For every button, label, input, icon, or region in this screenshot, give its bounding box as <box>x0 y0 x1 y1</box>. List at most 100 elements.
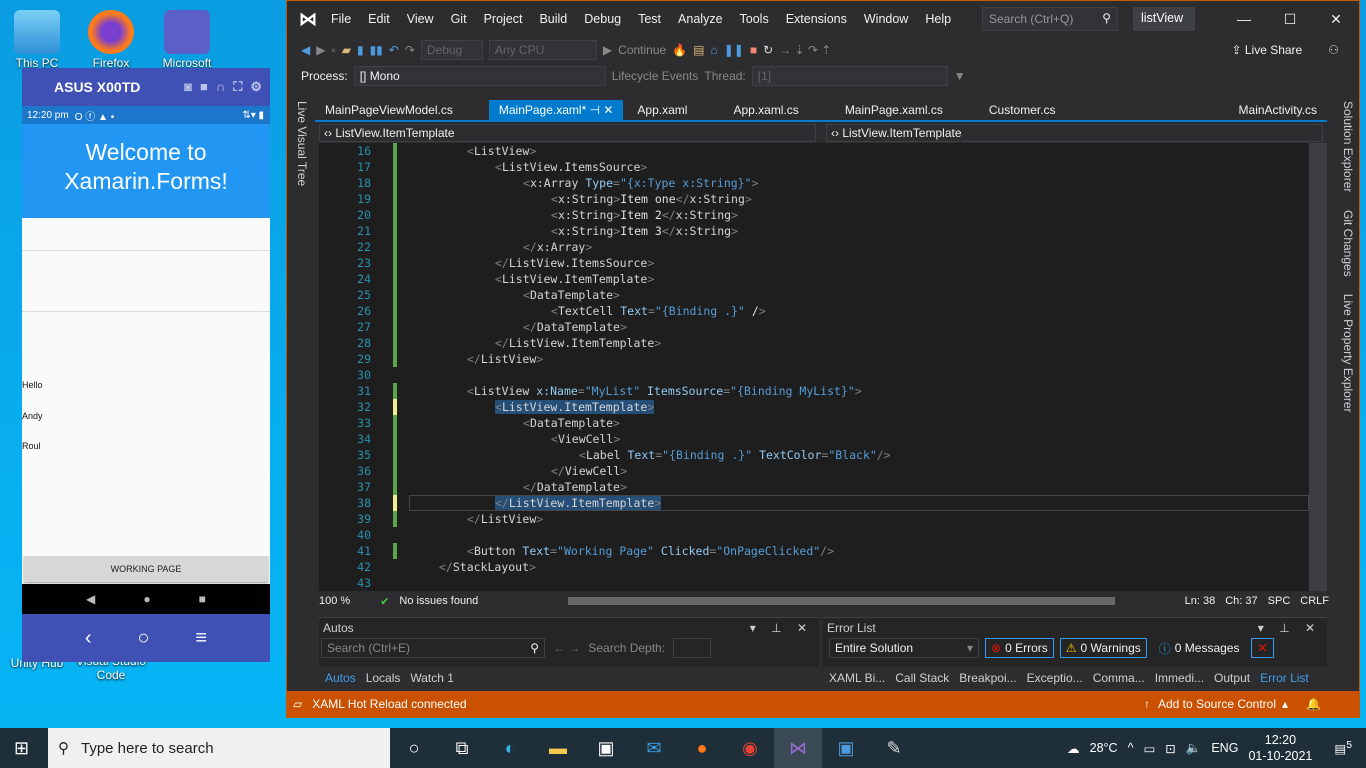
hot-reload-icon[interactable]: 🔥 <box>672 43 687 57</box>
show-hidden-icons[interactable]: ^ <box>1128 741 1134 755</box>
menu-build[interactable]: Build <box>539 12 567 26</box>
warnings-filter[interactable]: ⚠ 0 Warnings <box>1059 638 1147 658</box>
network-icon[interactable]: ⊡ <box>1165 741 1175 756</box>
code-line[interactable]: 35 <Label Text="{Binding .}" TextColor="B… <box>319 447 1309 463</box>
pause-icon[interactable]: ❚❚ <box>724 43 744 57</box>
menu-file[interactable]: File <box>331 12 351 26</box>
battery-icon[interactable]: ▭ <box>1143 741 1155 756</box>
menu-project[interactable]: Project <box>484 12 523 26</box>
tab-output[interactable]: Output <box>1214 671 1250 685</box>
panel-controls[interactable]: ▾ ⊥ ✕ <box>750 621 819 635</box>
tab-exceptions[interactable]: Exceptio... <box>1027 671 1083 685</box>
tab-mainactivity-cs[interactable]: MainActivity.cs <box>1229 100 1327 120</box>
solution-explorer-tab[interactable]: Solution Explorer <box>1341 101 1355 192</box>
menu-window[interactable]: Window <box>864 12 908 26</box>
mail-icon[interactable]: ✉ <box>630 728 678 768</box>
menu-view[interactable]: View <box>407 12 434 26</box>
code-line[interactable]: 29 </ListView> <box>319 351 1309 367</box>
menu-help[interactable]: Help <box>925 12 951 26</box>
scope-dropdown[interactable]: Entire Solution ▾ <box>829 638 979 658</box>
git-changes-tab[interactable]: Git Changes <box>1341 210 1355 277</box>
nav-arrows[interactable]: ← → <box>553 641 580 655</box>
home-icon[interactable]: ● <box>143 592 150 606</box>
errors-filter[interactable]: ⊗ 0 Errors <box>985 638 1054 658</box>
desktop-icon-this-pc[interactable]: This PC <box>2 10 72 70</box>
menu-extensions[interactable]: Extensions <box>786 12 847 26</box>
clear-filter-icon[interactable]: ✕ <box>1251 638 1274 658</box>
thread-dropdown[interactable]: [1] <box>751 66 948 86</box>
edge-icon[interactable]: ◐ <box>486 728 534 768</box>
tab-call-stack[interactable]: Call Stack <box>895 671 949 685</box>
live-visual-tree-tab[interactable]: Live Visual Tree <box>295 101 309 186</box>
horizontal-scrollbar[interactable] <box>568 597 1115 605</box>
firefox-icon[interactable]: ● <box>678 728 726 768</box>
menu-analyze[interactable]: Analyze <box>678 12 722 26</box>
working-page-button[interactable]: WORKING PAGE <box>24 556 268 582</box>
code-editor[interactable]: 16 <ListView> 17 <ListView.ItemsSource> 18 <x… <box>319 143 1309 591</box>
notifications-bell-icon[interactable]: 🔔 <box>1306 697 1321 711</box>
list-item[interactable]: Hello <box>22 380 43 390</box>
step-icons[interactable]: → ⇣ ↷ ⇡ <box>779 43 831 57</box>
back-nav-icon[interactable]: ◀ <box>301 43 310 57</box>
code-line[interactable]: 22 </x:Array> <box>319 239 1309 255</box>
action-center-icon[interactable]: ▤5 <box>1334 740 1352 756</box>
zoom-dropdown[interactable]: 100 % <box>319 595 350 607</box>
add-to-source-control[interactable]: Add to Source Control <box>1158 697 1276 711</box>
line-endings[interactable]: CRLF <box>1300 595 1329 607</box>
code-line[interactable]: 17 <ListView.ItemsSource> <box>319 159 1309 175</box>
search-depth-dropdown[interactable] <box>673 638 712 658</box>
taskbar-search[interactable]: ⚲ Type here to search <box>48 728 390 768</box>
code-line[interactable]: 36 </ViewCell> <box>319 463 1309 479</box>
headphones-icon[interactable]: ∩ <box>216 79 225 95</box>
search-input[interactable]: Search (Ctrl+Q) ⚲ <box>982 7 1118 31</box>
code-line[interactable]: 31 <ListView x:Name="MyList" ItemsSource=… <box>319 383 1309 399</box>
stop-icon[interactable]: ■ <box>750 43 757 57</box>
tab-immediate[interactable]: Immedi... <box>1155 671 1204 685</box>
panel-controls[interactable]: ▾ ⊥ ✕ <box>1258 621 1327 635</box>
autos-search-input[interactable]: Search (Ctrl+E) ⚲ <box>321 638 545 658</box>
app-icon[interactable]: ▣ <box>822 728 870 768</box>
save-all-icon[interactable]: ▮▮ <box>370 43 383 57</box>
menu-test[interactable]: Test <box>638 12 661 26</box>
tab-mainpage-xaml-cs[interactable]: MainPage.xaml.cs <box>835 100 953 120</box>
code-line[interactable]: 40 <box>319 527 1309 543</box>
emulator-home-icon[interactable]: ○ <box>137 627 149 650</box>
tab-app-xaml[interactable]: App.xaml <box>627 100 697 120</box>
undo-icon[interactable]: ↶ <box>389 43 399 57</box>
code-line[interactable]: 24 <ListView.ItemTemplate> <box>319 271 1309 287</box>
emulator-menu-icon[interactable]: ≡ <box>195 627 207 650</box>
nav-left-dropdown[interactable]: ‹› ListView.ItemTemplate <box>319 124 816 142</box>
code-line[interactable]: 28 </ListView.ItemTemplate> <box>319 335 1309 351</box>
live-share-button[interactable]: ⇪ Live Share <box>1231 43 1302 57</box>
code-line[interactable]: 41 <Button Text="Working Page" Clicked="O… <box>319 543 1309 559</box>
code-line[interactable]: 26 <TextCell Text="{Binding .}" /> <box>319 303 1309 319</box>
settings-icon[interactable]: ⚙ <box>250 79 262 95</box>
open-file-icon[interactable]: ▰ <box>342 43 351 57</box>
messages-filter[interactable]: ⓘ 0 Messages <box>1153 638 1246 658</box>
tab-error-list[interactable]: Error List <box>1260 671 1309 685</box>
code-line[interactable]: 19 <x:String>Item one</x:String> <box>319 191 1309 207</box>
redo-icon[interactable]: ↷ <box>405 43 415 57</box>
close-tab-icon[interactable]: ⊣ ✕ <box>586 103 614 117</box>
code-line[interactable]: 32 <ListView.ItemTemplate> <box>319 399 1309 415</box>
code-line[interactable]: 43 <box>319 575 1309 591</box>
maximize-button[interactable]: ☐ <box>1267 1 1313 37</box>
visual-studio-icon[interactable]: ⋈ <box>774 728 822 768</box>
tab-command[interactable]: Comma... <box>1093 671 1145 685</box>
code-line[interactable]: 18 <x:Array Type="{x:Type x:String}"> <box>319 175 1309 191</box>
weather-icon[interactable]: ☁ <box>1067 741 1080 756</box>
language-indicator[interactable]: ENG <box>1211 741 1238 755</box>
issues-status[interactable]: No issues found <box>399 595 478 607</box>
tab-xaml-binding[interactable]: XAML Bi... <box>829 671 885 685</box>
code-line[interactable]: 33 <DataTemplate> <box>319 415 1309 431</box>
recents-icon[interactable]: ■ <box>199 592 206 606</box>
code-line[interactable]: 16 <ListView> <box>319 143 1309 159</box>
code-line[interactable]: 39 </ListView> <box>319 511 1309 527</box>
paint-icon[interactable]: ✎ <box>870 728 918 768</box>
close-button[interactable]: ✕ <box>1313 1 1359 37</box>
menu-debug[interactable]: Debug <box>584 12 621 26</box>
task-view-icon[interactable]: ⧉ <box>438 728 486 768</box>
store-icon[interactable]: ▣ <box>582 728 630 768</box>
chrome-icon[interactable]: ◉ <box>726 728 774 768</box>
filter-icon[interactable]: ▼ <box>954 69 966 83</box>
